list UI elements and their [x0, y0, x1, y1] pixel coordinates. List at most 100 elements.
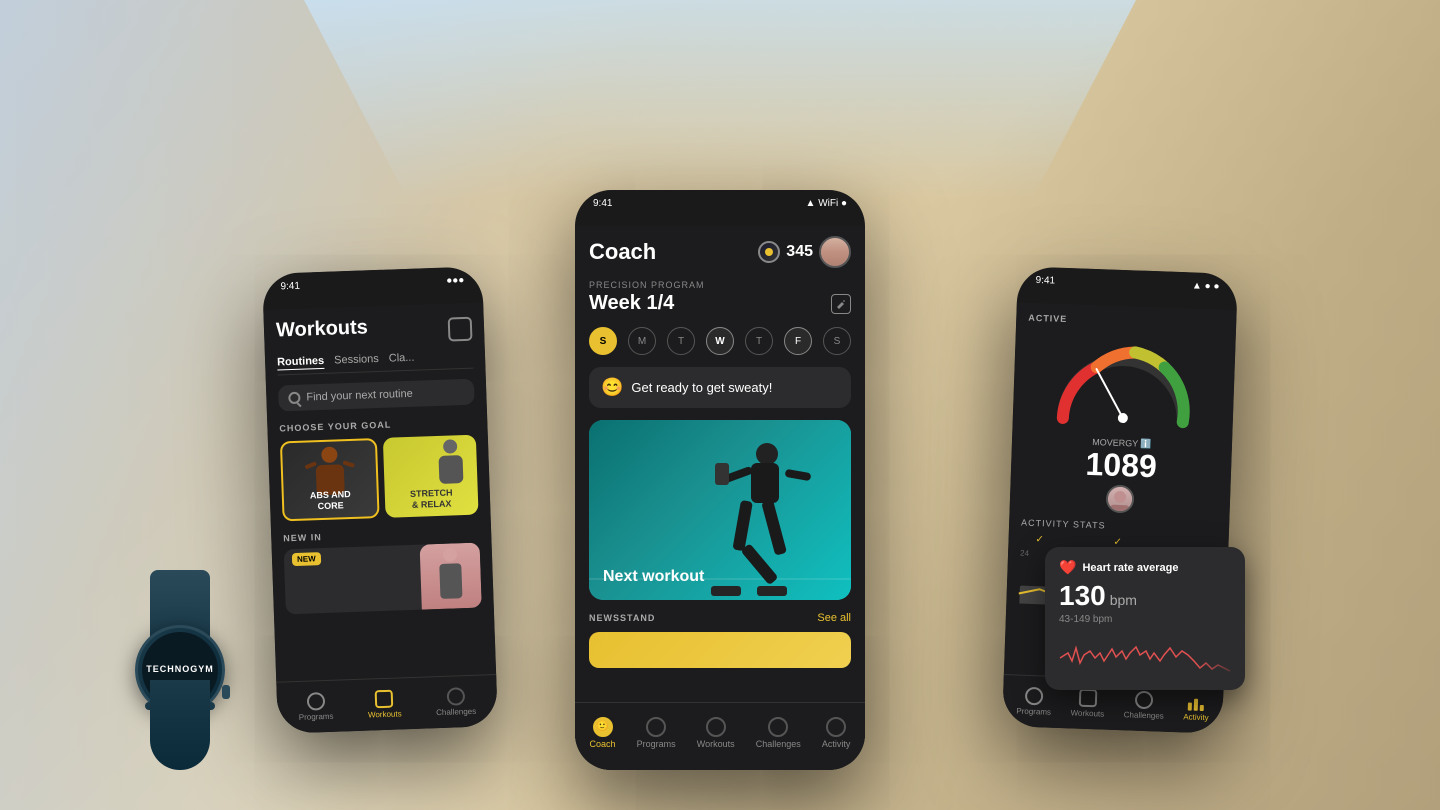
new-in-person: [420, 543, 482, 610]
workouts-tabs: Routines Sessions Cla...: [277, 350, 474, 376]
status-icons-left: ●●●: [446, 275, 464, 287]
status-icons-right: ▲ ● ●: [1192, 280, 1220, 292]
coach-nav-programs[interactable]: Programs: [637, 717, 676, 749]
activity-avatar: [1106, 485, 1135, 514]
nav-activity-label-right: Activity: [1183, 712, 1209, 722]
nav-workouts-right[interactable]: Workouts: [1070, 688, 1105, 718]
nav-challenges-left[interactable]: Challenges: [435, 687, 476, 717]
precision-label: PRECISION PROGRAM: [589, 280, 851, 290]
tab-sessions[interactable]: Sessions: [334, 353, 379, 367]
coin-icon: [758, 241, 780, 263]
nav-workouts-left[interactable]: Workouts: [367, 689, 402, 719]
coach-nav-coach-icon: 🙂: [593, 717, 613, 737]
coach-nav-workouts-icon: [706, 717, 726, 737]
status-time-right: 9:41: [1035, 275, 1055, 287]
bpm-unit: bpm: [1110, 592, 1137, 608]
watch-band-bottom: [150, 680, 210, 770]
status-icons-center: ▲ WiFi ●: [806, 198, 847, 209]
status-time-left: 9:41: [280, 281, 300, 293]
nav-workouts-label-right: Workouts: [1070, 708, 1104, 718]
coach-nav-programs-icon: [646, 717, 666, 737]
day-t1[interactable]: T: [667, 327, 695, 355]
see-all-link[interactable]: See all: [817, 612, 851, 624]
goal-card-stretch[interactable]: STRETCH& RELAX: [383, 435, 479, 518]
coach-title: Coach: [589, 239, 656, 265]
coach-nav-activity[interactable]: Activity: [822, 717, 851, 749]
coach-nav-workouts-label: Workouts: [697, 739, 735, 749]
workouts-icon-right: [1079, 689, 1098, 708]
heart-icon: ❤️: [1059, 559, 1076, 576]
workouts-icon: [375, 690, 394, 709]
movergy-value: 1089: [1023, 446, 1220, 485]
choose-goal-label: CHOOSE YOUR GOAL: [279, 417, 475, 434]
nav-programs-label-left: Programs: [299, 712, 334, 722]
nav-challenges-label-left: Challenges: [436, 707, 476, 717]
programs-icon-right: [1025, 687, 1044, 706]
coach-header: Coach 345: [589, 236, 851, 268]
days-row: S M T W T F S: [589, 327, 851, 355]
programs-icon: [306, 692, 325, 711]
sweaty-card: 😊 Get ready to get sweaty!: [589, 367, 851, 408]
workout-card[interactable]: 30 MIN: [589, 420, 851, 600]
nav-programs-left[interactable]: Programs: [298, 692, 334, 722]
tab-classes[interactable]: Cla...: [389, 352, 415, 365]
scene-container: 9:41 ●●● Workouts Routines Sessions Cla.…: [0, 0, 1440, 810]
newsstand-card[interactable]: [589, 632, 851, 668]
coach-nav-programs-label: Programs: [637, 739, 676, 749]
coach-bottom-nav: 🙂 Coach Programs Workouts Challenges Act…: [575, 702, 865, 770]
tab-routines[interactable]: Routines: [277, 355, 324, 369]
stretch-relax-label: STRETCH& RELAX: [385, 487, 479, 512]
workouts-screen: Workouts Routines Sessions Cla... Find y…: [263, 302, 498, 733]
gauge-container: [1042, 327, 1205, 433]
nav-activity-right[interactable]: Activity: [1183, 692, 1209, 722]
newsstand-title: NEWSSTAND: [589, 613, 655, 623]
day-t2[interactable]: T: [745, 327, 773, 355]
coach-nav-activity-label: Activity: [822, 739, 851, 749]
watch-brand-logo: TECHNOGYM: [146, 664, 214, 676]
watch-side-button: [222, 685, 230, 699]
heart-rate-header: ❤️ Heart rate average: [1059, 559, 1231, 576]
week-title: Week 1/4: [589, 292, 674, 315]
phone-left: 9:41 ●●● Workouts Routines Sessions Cla.…: [262, 266, 498, 733]
nav-workouts-label-left: Workouts: [368, 709, 402, 719]
heart-rate-card: ❤️ Heart rate average 130 bpm 43-149 bpm: [1045, 547, 1245, 690]
new-in-label: NEW IN: [283, 527, 479, 544]
coach-nav-workouts[interactable]: Workouts: [697, 717, 735, 749]
challenges-icon: [446, 687, 465, 706]
coach-nav-coach-label: Coach: [590, 739, 616, 749]
sweaty-emoji: 😊: [601, 377, 623, 398]
day-s-start[interactable]: S: [589, 327, 617, 355]
edit-icon[interactable]: [831, 294, 851, 314]
coach-nav-coach[interactable]: 🙂 Coach: [590, 717, 616, 749]
new-in-card[interactable]: NEW: [284, 543, 482, 615]
day-w[interactable]: W: [706, 327, 734, 355]
search-icon: [288, 392, 300, 404]
bookmark-icon[interactable]: [448, 316, 473, 341]
bottom-nav-left: Programs Workouts Challenges: [276, 674, 498, 734]
day-f[interactable]: F: [784, 327, 812, 355]
coach-nav-challenges[interactable]: Challenges: [756, 717, 801, 749]
nav-challenges-label-right: Challenges: [1124, 710, 1164, 720]
technogym-watch: TECHNOGYM: [100, 570, 260, 770]
day-s-end[interactable]: S: [823, 327, 851, 355]
user-avatar[interactable]: [819, 236, 851, 268]
activity-stats-label: ACTIVITY STATS: [1021, 518, 1217, 535]
nav-challenges-right[interactable]: Challenges: [1124, 690, 1165, 720]
coach-points-container: 345: [758, 236, 851, 268]
activity-icon-right: [1187, 692, 1206, 711]
status-time-center: 9:41: [593, 198, 612, 209]
search-bar[interactable]: Find your next routine: [278, 379, 475, 412]
nav-programs-right[interactable]: Programs: [1016, 687, 1052, 717]
status-bar-center: 9:41 ▲ WiFi ●: [575, 198, 865, 209]
goal-card-abs[interactable]: ABS ANDCORE: [280, 438, 380, 521]
bpm-value: 130: [1059, 580, 1106, 612]
workouts-title: Workouts: [276, 316, 369, 342]
challenges-icon-right: [1135, 691, 1154, 710]
search-text: Find your next routine: [306, 388, 413, 404]
coach-screen: Coach 345 PRECISION PROGRAM Week 1/4: [575, 226, 865, 770]
coach-nav-challenges-icon: [768, 717, 788, 737]
day-m[interactable]: M: [628, 327, 656, 355]
abs-core-label: ABS ANDCORE: [284, 489, 378, 514]
heart-rate-chart: [1059, 633, 1231, 673]
points-value: 345: [786, 243, 813, 261]
